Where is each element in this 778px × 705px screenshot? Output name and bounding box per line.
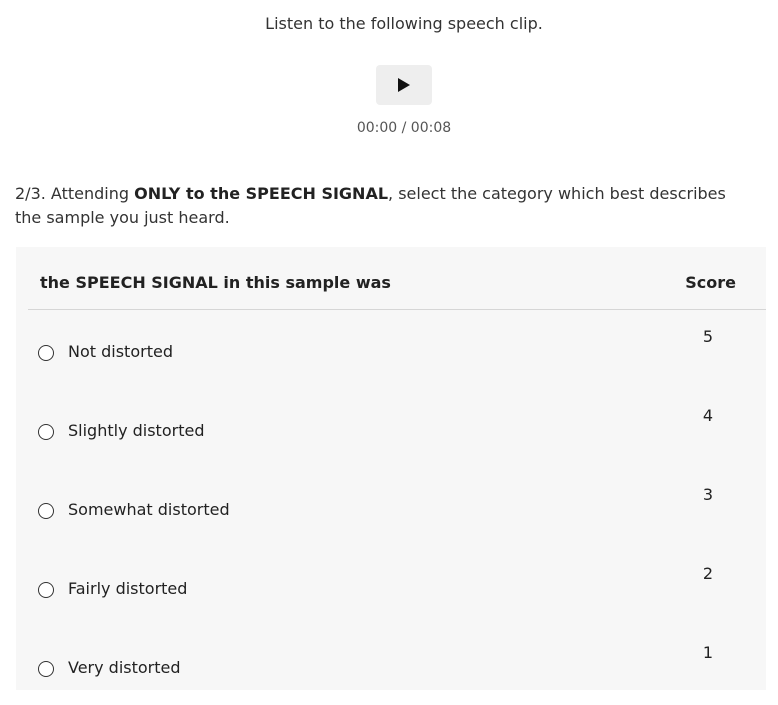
play-icon	[397, 77, 411, 93]
option-label[interactable]: Fairly distorted	[68, 579, 187, 598]
radio-slightly-distorted[interactable]	[38, 424, 54, 440]
option-label[interactable]: Very distorted	[68, 658, 181, 677]
option-score: 2	[702, 564, 713, 583]
option-label[interactable]: Not distorted	[68, 342, 173, 361]
play-button[interactable]	[376, 65, 432, 105]
option-score: 5	[702, 327, 713, 346]
clip-instruction: Listen to the following speech clip.	[265, 14, 543, 33]
table-header: the SPEECH SIGNAL in this sample was Sco…	[28, 247, 766, 310]
header-score: Score	[685, 273, 736, 292]
option-score: 4	[702, 406, 713, 425]
option-label[interactable]: Somewhat distorted	[68, 500, 230, 519]
option-row-slightly-distorted[interactable]: Slightly distorted 4	[28, 389, 766, 468]
option-label[interactable]: Slightly distorted	[68, 421, 204, 440]
question-text: 2/3. Attending ONLY to the SPEECH SIGNAL…	[15, 182, 755, 230]
option-row-very-distorted[interactable]: Very distorted 1	[28, 626, 766, 705]
question-prefix: 2/3. Attending	[15, 184, 135, 203]
radio-somewhat-distorted[interactable]	[38, 503, 54, 519]
option-row-somewhat-distorted[interactable]: Somewhat distorted 3	[28, 468, 766, 547]
option-row-not-distorted[interactable]: Not distorted 5	[28, 310, 766, 389]
radio-fairly-distorted[interactable]	[38, 582, 54, 598]
option-score: 1	[702, 643, 713, 662]
radio-very-distorted[interactable]	[38, 661, 54, 677]
rating-table: the SPEECH SIGNAL in this sample was Sco…	[16, 247, 766, 690]
radio-not-distorted[interactable]	[38, 345, 54, 361]
option-row-fairly-distorted[interactable]: Fairly distorted 2	[28, 547, 766, 626]
option-score: 3	[702, 485, 713, 504]
time-display: 00:00 / 00:08	[356, 120, 452, 136]
question-emphasis: ONLY to the SPEECH SIGNAL	[134, 184, 389, 203]
header-label: the SPEECH SIGNAL in this sample was	[40, 273, 391, 292]
